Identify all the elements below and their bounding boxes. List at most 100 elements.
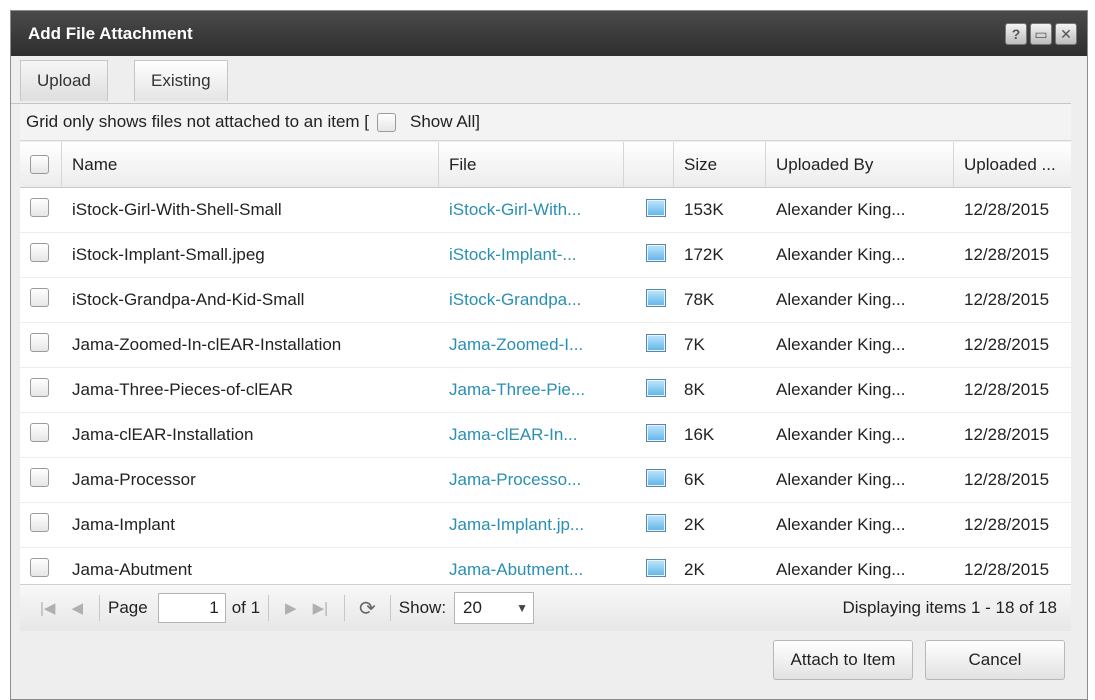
table-row[interactable]: Jama-Processor Jama-Processo... 6K Alexa… (20, 458, 1071, 503)
help-icon[interactable]: ? (1005, 22, 1027, 45)
row-checkbox[interactable] (30, 558, 49, 577)
grid-header: Name File Size Uploaded By Uploaded ... (20, 142, 1071, 188)
table-row[interactable]: Jama-Abutment Jama-Abutment... 2K Alexan… (20, 548, 1071, 584)
tab-upload[interactable]: Upload (20, 60, 108, 101)
chevron-down-icon[interactable]: ▼ (511, 601, 533, 615)
tab-upload-label: Upload (37, 71, 91, 90)
row-size: 153K (684, 200, 724, 219)
column-header-size[interactable]: Size (674, 142, 766, 187)
row-size: 7K (684, 335, 705, 354)
row-size: 2K (684, 560, 705, 579)
row-name: iStock-Girl-With-Shell-Small (72, 200, 282, 219)
attachments-grid: Name File Size Uploaded By Uploaded ... … (20, 142, 1071, 584)
close-icon[interactable]: ✕ (1055, 22, 1077, 45)
display-status: Displaying items 1 - 18 of 18 (842, 598, 1058, 617)
row-uploaded-by: Alexander King... (776, 425, 906, 444)
image-icon[interactable] (646, 558, 666, 577)
row-size: 8K (684, 380, 705, 399)
row-size: 172K (684, 245, 724, 264)
maximize-icon[interactable]: ▭ (1030, 22, 1052, 45)
show-label: Show: (398, 598, 447, 617)
dialog-title: Add File Attachment (28, 23, 193, 43)
row-size: 16K (684, 425, 715, 444)
row-file-link[interactable]: Jama-Implant.jp... (439, 515, 624, 535)
table-row[interactable]: iStock-Girl-With-Shell-Small iStock-Girl… (20, 188, 1071, 233)
row-file-link[interactable]: Jama-Processo... (439, 470, 624, 490)
row-file-link[interactable]: Jama-clEAR-In... (439, 425, 624, 445)
row-file-link[interactable]: iStock-Implant-... (439, 245, 624, 265)
refresh-icon[interactable]: ⟳ (359, 596, 376, 621)
image-icon[interactable] (646, 423, 666, 442)
row-file-link[interactable]: Jama-Three-Pie... (439, 380, 624, 400)
row-file-link[interactable]: Jama-Abutment... (439, 560, 624, 580)
table-row[interactable]: Jama-Implant Jama-Implant.jp... 2K Alexa… (20, 503, 1071, 548)
image-icon[interactable] (646, 333, 666, 352)
row-checkbox[interactable] (30, 333, 49, 352)
row-uploaded-by: Alexander King... (776, 380, 906, 399)
row-file-link[interactable]: iStock-Grandpa... (439, 290, 624, 310)
select-all-checkbox[interactable] (30, 155, 49, 174)
row-checkbox[interactable] (30, 288, 49, 307)
row-name: Jama-Abutment (72, 560, 192, 579)
show-all-checkbox[interactable] (377, 112, 397, 132)
row-uploaded-date: 12/28/2015 (964, 335, 1050, 354)
select-all-cell (20, 142, 62, 187)
pager-separator (268, 595, 270, 621)
row-checkbox[interactable] (30, 423, 49, 442)
row-uploaded-date: 12/28/2015 (964, 560, 1050, 579)
row-checkbox[interactable] (30, 468, 49, 487)
page-number-input[interactable]: 1 (157, 593, 226, 623)
image-icon[interactable] (646, 288, 666, 307)
tab-strip: Upload Existing (11, 60, 1071, 104)
page-size-value: 20 (463, 598, 482, 617)
row-uploaded-date: 12/28/2015 (964, 515, 1050, 534)
tab-existing[interactable]: Existing (134, 60, 228, 101)
show-all-label: Show All] (410, 112, 480, 131)
image-icon[interactable] (646, 513, 666, 532)
image-icon[interactable] (646, 378, 666, 397)
column-header-file[interactable]: File (439, 142, 624, 187)
row-uploaded-by: Alexander King... (776, 290, 906, 309)
image-icon[interactable] (646, 243, 666, 262)
row-name: Jama-Implant (72, 515, 175, 534)
table-row[interactable]: Jama-clEAR-Installation Jama-clEAR-In...… (20, 413, 1071, 458)
row-checkbox[interactable] (30, 378, 49, 397)
table-row[interactable]: iStock-Implant-Small.jpeg iStock-Implant… (20, 233, 1071, 278)
table-row[interactable]: Jama-Zoomed-In-clEAR-Installation Jama-Z… (20, 323, 1071, 368)
table-row[interactable]: iStock-Grandpa-And-Kid-Small iStock-Gran… (20, 278, 1071, 323)
row-file-link[interactable]: Jama-Zoomed-I... (439, 335, 624, 355)
last-page-icon[interactable]: ▶| (313, 599, 328, 617)
first-page-icon[interactable]: |◀ (40, 599, 55, 617)
column-header-name[interactable]: Name (62, 142, 439, 187)
pager-separator (98, 595, 100, 621)
cancel-button[interactable]: Cancel (925, 640, 1065, 680)
row-checkbox[interactable] (30, 243, 49, 262)
row-name: Jama-Zoomed-In-clEAR-Installation (72, 335, 342, 354)
page-size-select[interactable]: 20 ▼ (454, 592, 535, 624)
row-name: Jama-Three-Pieces-of-clEAR (72, 380, 294, 399)
row-file-link[interactable]: iStock-Girl-With... (439, 200, 624, 220)
page-label: Page (107, 598, 148, 617)
row-uploaded-date: 12/28/2015 (964, 200, 1050, 219)
filter-bar: Grid only shows files not attached to an… (20, 104, 1071, 141)
image-icon[interactable] (646, 468, 666, 487)
next-page-icon[interactable]: ▶ (285, 599, 297, 617)
row-uploaded-date: 12/28/2015 (964, 245, 1050, 264)
dialog-titlebar[interactable]: Add File Attachment ? ▭ ✕ (11, 11, 1087, 56)
row-uploaded-by: Alexander King... (776, 515, 906, 534)
column-header-uploaded-date[interactable]: Uploaded ... (954, 142, 1071, 187)
image-icon[interactable] (646, 198, 666, 217)
column-header-thumbnail[interactable] (624, 142, 674, 187)
pager-separator (344, 595, 346, 621)
attach-to-item-button[interactable]: Attach to Item (773, 640, 913, 680)
row-uploaded-date: 12/28/2015 (964, 470, 1050, 489)
row-size: 2K (684, 515, 705, 534)
table-row[interactable]: Jama-Three-Pieces-of-clEAR Jama-Three-Pi… (20, 368, 1071, 413)
column-header-uploaded-by[interactable]: Uploaded By (766, 142, 954, 187)
row-name: Jama-clEAR-Installation (72, 425, 254, 444)
row-checkbox[interactable] (30, 513, 49, 532)
row-name: iStock-Implant-Small.jpeg (72, 245, 265, 264)
page-of-label: of 1 (231, 598, 261, 617)
row-checkbox[interactable] (30, 198, 49, 217)
prev-page-icon[interactable]: ◀ (71, 599, 83, 617)
